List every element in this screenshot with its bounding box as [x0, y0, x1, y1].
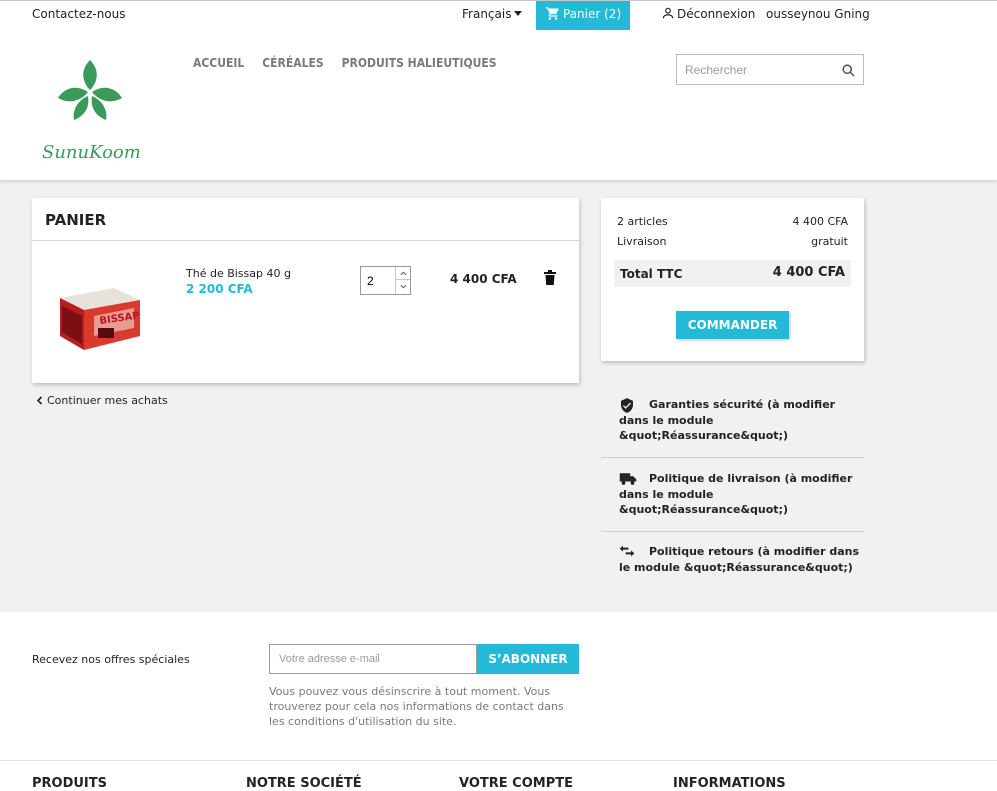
chevron-left-icon — [36, 396, 43, 405]
quantity-stepper — [360, 266, 411, 295]
trash-icon — [544, 270, 556, 285]
sunukoom-logo-icon: SunuKoom — [42, 60, 141, 163]
summary-total-value: 4 400 CFA — [772, 265, 845, 280]
divider — [601, 531, 864, 532]
product-unit-price: 2 200 CFA — [186, 282, 253, 296]
shopping-cart-icon — [546, 7, 559, 20]
cart-button[interactable]: Panier (2) — [536, 1, 630, 31]
subscribe-button[interactable]: S’ABONNER — [477, 644, 579, 674]
search-box — [676, 54, 864, 85]
divider — [32, 240, 579, 241]
checkout-button[interactable]: COMMANDER — [676, 311, 789, 339]
chevron-up-icon — [400, 270, 406, 275]
bissap-tea-box-image: BISSAP — [60, 288, 140, 350]
newsletter-label: Recevez nos offres spéciales — [32, 653, 190, 666]
reassurance-item-returns: Politique retours (à modifier dans le mo… — [601, 544, 864, 575]
truck-icon — [619, 473, 637, 485]
footer-heading-produits: PRODUITS — [32, 776, 108, 791]
search-input[interactable] — [677, 55, 827, 84]
chevron-down-icon — [400, 284, 406, 289]
menu-item-produits-halieutiques[interactable]: PRODUITS HALIEUTIQUES — [342, 56, 497, 70]
logo-text: SunuKoom — [42, 142, 141, 163]
summary-total-row: Total TTC 4 400 CFA — [614, 260, 851, 287]
newsletter-section: Recevez nos offres spéciales S’ABONNER V… — [0, 612, 997, 760]
language-selector[interactable]: Français — [462, 7, 523, 21]
summary-articles-value: 4 400 CFA — [792, 215, 848, 228]
shield-check-icon — [621, 398, 633, 413]
reassurance-text-delivery: Politique de livraison (à modifier dans … — [619, 472, 853, 516]
summary-shipping-label: Livraison — [617, 235, 667, 248]
footer: PRODUITS NOTRE SOCIÉTÉ VOTRE COMPTE INFO… — [0, 760, 997, 791]
user-icon — [662, 7, 674, 19]
footer-heading-informations: INFORMATIONS — [673, 776, 786, 791]
cart-panel: PANIER BISSAP Thé de Bissap 40 g 2 200 C… — [32, 198, 579, 383]
account-link[interactable]: ousseynou Gning — [766, 7, 870, 21]
site-header: SunuKoom ACCUEIL CÉRÉALES PRODUITS HALIEUT… — [0, 30, 997, 180]
continue-shopping-link[interactable]: Continuer mes achats — [36, 394, 168, 407]
summary-shipping-value: gratuit — [811, 235, 848, 248]
search-icon[interactable] — [841, 63, 856, 78]
product-name[interactable]: Thé de Bissap 40 g — [186, 267, 291, 280]
quantity-spinner — [395, 267, 410, 294]
line-total: 4 400 CFA — [450, 272, 517, 286]
summary-shipping-row: Livraison gratuit — [617, 235, 848, 248]
reassurance-item-security: Garanties sécurité (à modifier dans le m… — [601, 397, 864, 444]
reassurance-text-security: Garanties sécurité (à modifier dans le m… — [619, 398, 836, 442]
summary-total-label: Total TTC — [620, 267, 683, 281]
product-image[interactable]: BISSAP — [54, 276, 146, 354]
menu-item-accueil[interactable]: ACCUEIL — [193, 56, 244, 70]
cart-summary: 2 articles 4 400 CFA Livraison gratuit T… — [601, 198, 864, 361]
contact-link[interactable]: Contactez-nous — [32, 7, 126, 21]
main-menu: ACCUEIL CÉRÉALES PRODUITS HALIEUTIQUES — [193, 56, 515, 70]
reassurance-item-delivery: Politique de livraison (à modifier dans … — [601, 471, 864, 518]
language-label: Français — [462, 7, 512, 21]
chevron-down-icon — [514, 11, 523, 16]
summary-articles-label: 2 articles — [617, 215, 668, 228]
divider — [601, 457, 864, 458]
remove-item-button[interactable] — [544, 270, 556, 288]
logout-link[interactable]: Déconnexion — [661, 6, 755, 21]
newsletter-email-field — [269, 644, 477, 674]
footer-heading-votre-compte: VOTRE COMPTE — [459, 776, 573, 791]
quantity-increase-button[interactable] — [396, 267, 410, 280]
reassurance-text-returns: Politique retours (à modifier dans le mo… — [619, 545, 860, 574]
quantity-input[interactable] — [361, 267, 395, 294]
swap-arrows-icon — [619, 545, 635, 557]
continue-shopping-label: Continuer mes achats — [47, 394, 168, 407]
footer-heading-notre-societe: NOTRE SOCIÉTÉ — [246, 776, 362, 791]
newsletter-note: Vous pouvez vous désinscrire à tout mome… — [269, 685, 564, 728]
quantity-decrease-button[interactable] — [396, 280, 410, 293]
site-logo[interactable]: SunuKoom — [42, 58, 142, 168]
menu-item-cereales[interactable]: CÉRÉALES — [262, 56, 323, 70]
cart-label: Panier (2) — [563, 7, 622, 21]
summary-articles-row: 2 articles 4 400 CFA — [617, 215, 848, 228]
logout-label: Déconnexion — [677, 7, 756, 21]
newsletter-email-input[interactable] — [270, 645, 470, 673]
top-nav: Contactez-nous Français Panier (2) Décon… — [0, 0, 997, 31]
cart-title: PANIER — [45, 211, 107, 229]
